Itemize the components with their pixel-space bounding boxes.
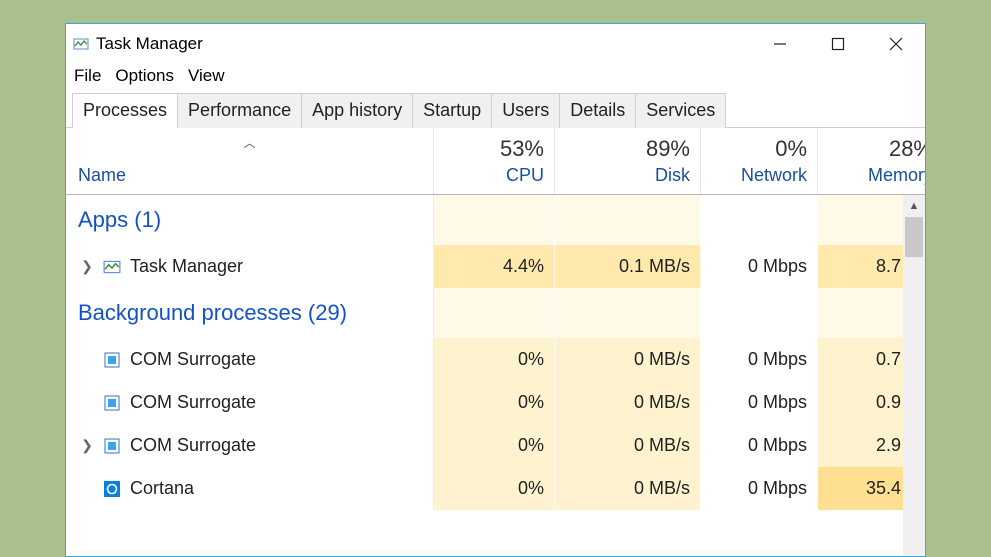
column-name[interactable]: ︿ Name [66, 128, 434, 194]
titlebar: Task Manager [66, 24, 925, 64]
disk-total-pct: 89% [646, 136, 690, 162]
cpu-cell: 0% [434, 381, 555, 424]
group-cell [701, 288, 818, 338]
cpu-total-pct: 53% [500, 136, 544, 162]
cpu-cell: 0% [434, 338, 555, 381]
column-disk[interactable]: 89% Disk [555, 128, 701, 194]
process-name: COM Surrogate [130, 349, 256, 370]
task-manager-icon [102, 257, 122, 277]
com-surrogate-icon [102, 393, 122, 413]
tab-performance[interactable]: Performance [177, 93, 302, 128]
network-total-pct: 0% [775, 136, 807, 162]
window-controls [751, 24, 925, 64]
group-apps-label: Apps (1) [78, 207, 161, 233]
group-cell [555, 288, 701, 338]
table-row[interactable]: COM Surrogate 0% 0 MB/s 0 Mbps 0.9 MB [66, 381, 925, 424]
tab-users[interactable]: Users [491, 93, 560, 128]
tab-services[interactable]: Services [635, 93, 726, 128]
close-button[interactable] [867, 24, 925, 64]
cortana-icon [102, 479, 122, 499]
memory-total-pct: 28% [889, 136, 926, 162]
group-background[interactable]: Background processes (29) [66, 288, 925, 338]
tab-bar: Processes Performance App history Startu… [66, 92, 925, 128]
disk-cell: 0 MB/s [555, 467, 701, 510]
task-manager-window: Task Manager File Options View Processes… [65, 23, 926, 557]
process-name: Task Manager [130, 256, 243, 277]
sort-indicator-icon: ︿ [243, 134, 255, 151]
expand-icon[interactable]: ❯ [78, 437, 96, 454]
net-cell: 0 Mbps [701, 381, 818, 424]
window-title: Task Manager [96, 34, 203, 54]
disk-cell: 0 MB/s [555, 424, 701, 467]
table-row[interactable]: COM Surrogate 0% 0 MB/s 0 Mbps 0.7 MB [66, 338, 925, 381]
menu-options[interactable]: Options [115, 66, 174, 86]
tab-startup[interactable]: Startup [412, 93, 492, 128]
minimize-button[interactable] [751, 24, 809, 64]
expand-icon[interactable]: ❯ [78, 258, 96, 275]
table-row[interactable]: ❯ COM Surrogate 0% 0 MB/s 0 Mbps 2.9 MB [66, 424, 925, 467]
table-row[interactable]: ❯ Task Manager 4.4% 0.1 MB/s 0 Mbps 8.7 … [66, 245, 925, 288]
process-name: Cortana [130, 478, 194, 499]
disk-cell: 0 MB/s [555, 338, 701, 381]
column-header: ︿ Name 53% CPU 89% Disk 0% Network 28% M… [66, 128, 925, 195]
group-apps[interactable]: Apps (1) [66, 195, 925, 245]
group-cell [434, 288, 555, 338]
cpu-cell: 4.4% [434, 245, 555, 288]
net-cell: 0 Mbps [701, 467, 818, 510]
column-network[interactable]: 0% Network [701, 128, 818, 194]
tab-details[interactable]: Details [559, 93, 636, 128]
net-cell: 0 Mbps [701, 424, 818, 467]
process-name: COM Surrogate [130, 435, 256, 456]
tab-app-history[interactable]: App history [301, 93, 413, 128]
process-name: COM Surrogate [130, 392, 256, 413]
disk-label: Disk [655, 165, 690, 186]
column-cpu[interactable]: 53% CPU [434, 128, 555, 194]
scroll-thumb[interactable] [905, 217, 923, 257]
group-cell [555, 195, 701, 245]
process-list: Apps (1) ❯ Task Manager [66, 195, 925, 556]
cpu-cell: 0% [434, 424, 555, 467]
network-label: Network [741, 165, 807, 186]
memory-label: Memory [868, 165, 926, 186]
cpu-label: CPU [506, 165, 544, 186]
maximize-button[interactable] [809, 24, 867, 64]
group-cell [434, 195, 555, 245]
menubar: File Options View [66, 64, 925, 92]
menu-file[interactable]: File [74, 66, 101, 86]
scroll-up-icon[interactable]: ▲ [903, 195, 925, 217]
vertical-scrollbar[interactable]: ▲ [903, 195, 925, 556]
tab-processes[interactable]: Processes [72, 93, 178, 128]
com-surrogate-icon [102, 350, 122, 370]
column-memory[interactable]: 28% Memory [818, 128, 926, 194]
task-manager-icon [72, 35, 90, 53]
net-cell: 0 Mbps [701, 338, 818, 381]
column-name-label: Name [78, 165, 126, 186]
cpu-cell: 0% [434, 467, 555, 510]
menu-view[interactable]: View [188, 66, 225, 86]
table-row[interactable]: Cortana 0% 0 MB/s 0 Mbps 35.4 MB [66, 467, 925, 510]
disk-cell: 0.1 MB/s [555, 245, 701, 288]
group-cell [701, 195, 818, 245]
group-background-label: Background processes (29) [78, 300, 347, 326]
disk-cell: 0 MB/s [555, 381, 701, 424]
com-surrogate-icon [102, 436, 122, 456]
net-cell: 0 Mbps [701, 245, 818, 288]
